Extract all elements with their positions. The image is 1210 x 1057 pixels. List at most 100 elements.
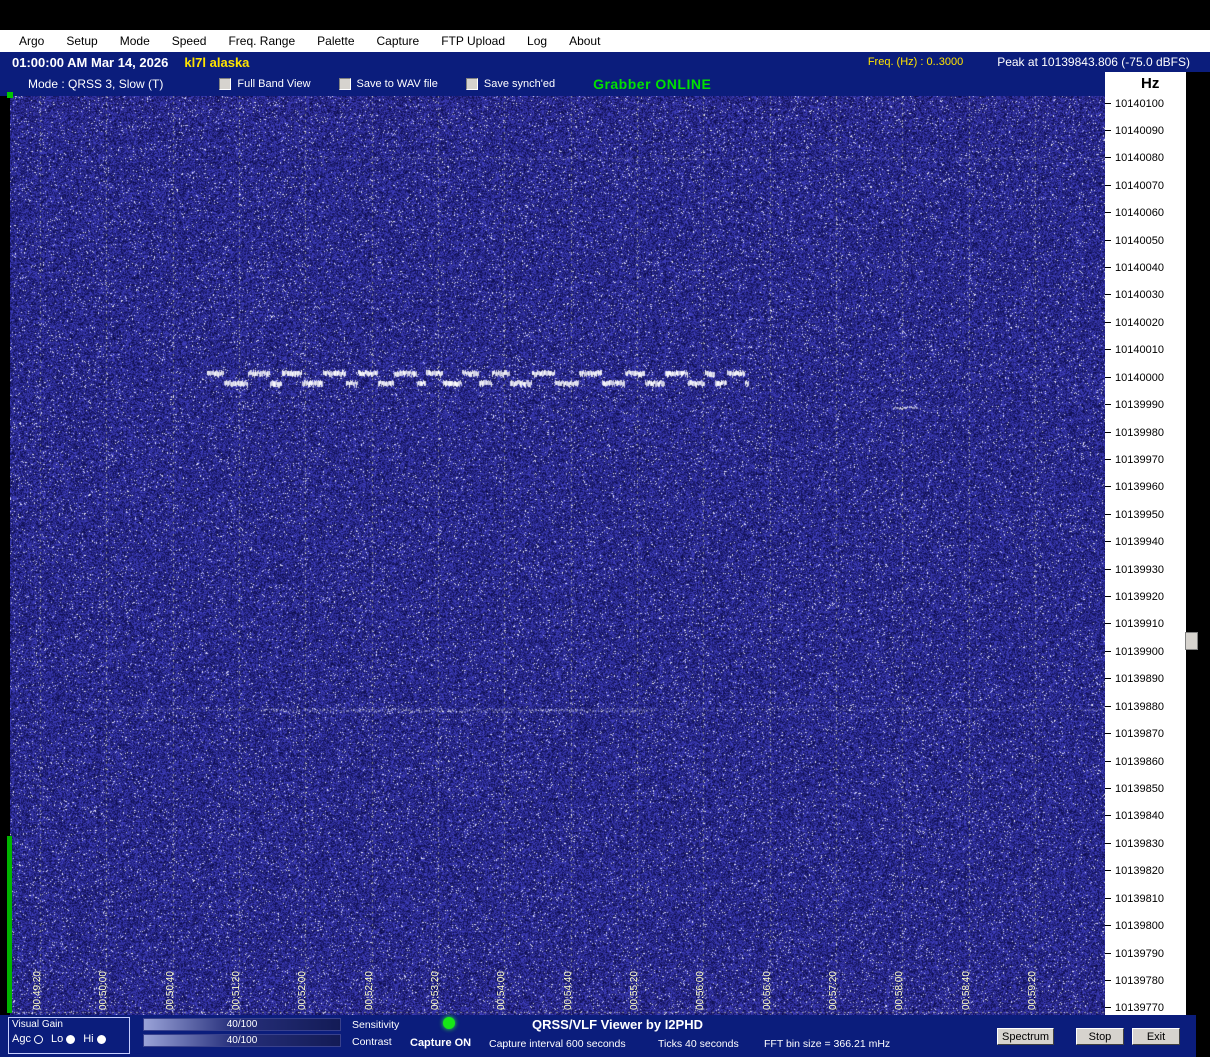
mode-toolbar: Mode : QRSS 3, Slow (T) Full Band View Sa… bbox=[0, 72, 1105, 96]
scrollbar-thumb[interactable] bbox=[1185, 632, 1198, 650]
menu-item-freq-range[interactable]: Freq. Range bbox=[217, 31, 306, 51]
freq-scale-value: 10139770 bbox=[1115, 1001, 1164, 1014]
freq-scale-tick: 10139810 bbox=[1105, 892, 1164, 905]
freq-scale-tick: 10140100 bbox=[1105, 97, 1164, 110]
freq-scale-tick: 10140080 bbox=[1105, 151, 1164, 164]
freq-scale-tick: 10140060 bbox=[1105, 206, 1164, 219]
tick-mark-icon bbox=[1105, 212, 1111, 213]
freq-scale-value: 10139990 bbox=[1115, 398, 1164, 411]
tick-mark-icon bbox=[1105, 377, 1111, 378]
freq-scale-tick: 10139830 bbox=[1105, 837, 1164, 850]
tick-mark-icon bbox=[1105, 980, 1111, 981]
waterfall-area: 00:49:20 00:50:00 00:50:40 00:51:20 00:52:00… bbox=[10, 96, 1105, 1015]
freq-scale-tick: 10139880 bbox=[1105, 700, 1164, 713]
visual-gain-radios: Agc Lo Hi bbox=[12, 1033, 126, 1045]
freq-scale-value: 10139860 bbox=[1115, 755, 1164, 768]
exit-button[interactable]: Exit bbox=[1132, 1028, 1180, 1045]
freq-scale-value: 10139920 bbox=[1115, 590, 1164, 603]
capture-progress-marker bbox=[7, 92, 13, 98]
menu-item-ftp-upload[interactable]: FTP Upload bbox=[430, 31, 516, 51]
freq-scale-value: 10139790 bbox=[1115, 947, 1164, 960]
checkbox-full-band-view[interactable]: Full Band View bbox=[219, 78, 311, 90]
freq-scale-value: 10139980 bbox=[1115, 426, 1164, 439]
gain-option-lo[interactable]: Lo bbox=[51, 1033, 76, 1045]
freq-scale-tick: 10139790 bbox=[1105, 947, 1164, 960]
tick-mark-icon bbox=[1105, 870, 1111, 871]
tick-mark-icon bbox=[1105, 761, 1111, 762]
tick-mark-icon bbox=[1105, 651, 1111, 652]
hz-unit-label: Hz bbox=[1141, 75, 1160, 92]
freq-scale-tick: 10140020 bbox=[1105, 316, 1164, 329]
checkbox-label: Full Band View bbox=[237, 78, 311, 90]
tick-mark-icon bbox=[1105, 432, 1111, 433]
visual-gain-group: Visual Gain Agc Lo Hi bbox=[8, 1017, 130, 1054]
contrast-slider[interactable]: 40/100 bbox=[143, 1034, 341, 1047]
tick-mark-icon bbox=[1105, 486, 1111, 487]
freq-scale-value: 10139880 bbox=[1115, 700, 1164, 713]
freq-scale-value: 10140060 bbox=[1115, 206, 1164, 219]
freq-scale-tick: 10139970 bbox=[1105, 453, 1164, 466]
gain-option-agc[interactable]: Agc bbox=[12, 1033, 43, 1045]
tick-mark-icon bbox=[1105, 788, 1111, 789]
freq-scale-tick: 10140040 bbox=[1105, 261, 1164, 274]
title-bar: 01:00:00 AM Mar 14, 2026 kl7l alaska Fre… bbox=[0, 52, 1210, 72]
menu-item-capture[interactable]: Capture bbox=[366, 31, 431, 51]
freq-scale-tick: 10139780 bbox=[1105, 974, 1164, 987]
tick-mark-icon bbox=[1105, 240, 1111, 241]
frequency-scale: Hz 10140100 10140090 10140080 10140070 10140… bbox=[1105, 72, 1186, 1015]
menu-item-argo[interactable]: Argo bbox=[8, 31, 55, 51]
freq-scale-value: 10140050 bbox=[1115, 234, 1164, 247]
freq-scale-value: 10139900 bbox=[1115, 645, 1164, 658]
contrast-label: Contrast bbox=[352, 1036, 392, 1048]
checkbox-box[interactable] bbox=[219, 78, 232, 90]
stop-button[interactable]: Stop bbox=[1076, 1028, 1124, 1045]
tick-mark-icon bbox=[1105, 569, 1111, 570]
tick-mark-icon bbox=[1105, 185, 1111, 186]
menu-item-speed[interactable]: Speed bbox=[161, 31, 218, 51]
tick-mark-icon bbox=[1105, 103, 1111, 104]
freq-scale-value: 10139890 bbox=[1115, 672, 1164, 685]
checkbox-save-synch-ed[interactable]: Save synch'ed bbox=[465, 78, 556, 90]
freq-scale-tick: 10139930 bbox=[1105, 563, 1164, 576]
gain-option-label: Hi bbox=[83, 1033, 94, 1045]
radio-indicator-icon[interactable] bbox=[96, 1034, 106, 1044]
radio-indicator-icon[interactable] bbox=[33, 1034, 43, 1044]
toolbar-checkboxes: Full Band View Save to WAV file Save synch… bbox=[219, 78, 555, 90]
tick-mark-icon bbox=[1105, 322, 1111, 323]
tick-mark-icon bbox=[1105, 349, 1111, 350]
gain-option-hi[interactable]: Hi bbox=[83, 1033, 106, 1045]
waterfall-display[interactable] bbox=[10, 96, 1105, 1015]
checkbox-box[interactable] bbox=[465, 78, 478, 90]
freq-scale-tick: 10139920 bbox=[1105, 590, 1164, 603]
sensitivity-slider[interactable]: 40/100 bbox=[143, 1018, 341, 1031]
freq-scale-value: 10139930 bbox=[1115, 563, 1164, 576]
tick-mark-icon bbox=[1105, 815, 1111, 816]
tick-mark-icon bbox=[1105, 1007, 1111, 1008]
tick-mark-icon bbox=[1105, 157, 1111, 158]
menu-item-about[interactable]: About bbox=[558, 31, 611, 51]
freq-scale-tick: 10139870 bbox=[1105, 727, 1164, 740]
tick-mark-icon bbox=[1105, 678, 1111, 679]
checkbox-save-to-wav-file[interactable]: Save to WAV file bbox=[338, 78, 438, 90]
freq-scale-tick: 10140000 bbox=[1105, 371, 1164, 384]
menu-item-log[interactable]: Log bbox=[516, 31, 558, 51]
menu-item-palette[interactable]: Palette bbox=[306, 31, 365, 51]
tick-mark-icon bbox=[1105, 459, 1111, 460]
freq-scale-tick: 10139850 bbox=[1105, 782, 1164, 795]
ticks-label: Ticks 40 seconds bbox=[658, 1038, 739, 1050]
menu-item-mode[interactable]: Mode bbox=[109, 31, 161, 51]
freq-scale-value: 10139940 bbox=[1115, 535, 1164, 548]
menu-item-setup[interactable]: Setup bbox=[55, 31, 108, 51]
capture-led-icon bbox=[443, 1017, 455, 1029]
radio-indicator-icon[interactable] bbox=[66, 1034, 76, 1044]
checkbox-box[interactable] bbox=[338, 78, 351, 90]
mode-label: Mode : QRSS 3, Slow (T) bbox=[28, 77, 164, 91]
freq-scale-value: 10140020 bbox=[1115, 316, 1164, 329]
freq-scale-tick: 10139890 bbox=[1105, 672, 1164, 685]
capture-interval-label: Capture interval 600 seconds bbox=[489, 1038, 626, 1050]
freq-scale-tick: 10139770 bbox=[1105, 1001, 1164, 1014]
spectrum-button[interactable]: Spectrum bbox=[997, 1028, 1054, 1045]
freq-scale-tick: 10139840 bbox=[1105, 809, 1164, 822]
statusbar-buttons: Spectrum Stop Exit bbox=[997, 1028, 1180, 1045]
checkbox-label: Save synch'ed bbox=[483, 78, 556, 90]
